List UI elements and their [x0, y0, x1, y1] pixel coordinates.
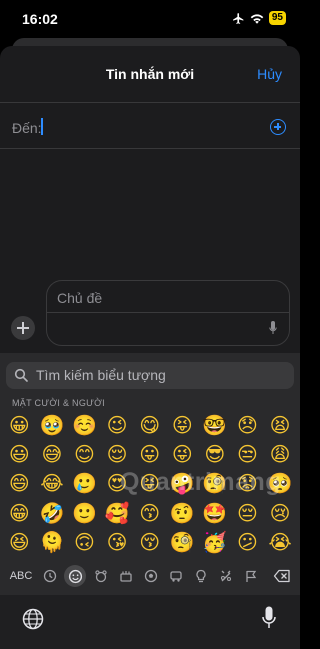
emoji-search-bar[interactable]: Tìm kiếm biểu tượng — [6, 362, 294, 389]
status-bar: 16:02 95 — [0, 0, 300, 38]
emoji-section-label: MẶT CƯỜI & NGƯỜI — [12, 398, 105, 408]
add-attachment-button[interactable] — [11, 316, 35, 340]
keyboard-bottom-row — [0, 595, 300, 649]
emoji-key[interactable]: 😛 — [133, 439, 166, 468]
emoji-key[interactable]: 😝 — [133, 469, 166, 498]
emoji-key[interactable]: 😟 — [231, 469, 264, 498]
emoji-key[interactable]: 🥺 — [264, 469, 297, 498]
microphone-icon[interactable] — [262, 606, 276, 630]
emoji-key[interactable]: 🤣 — [36, 498, 69, 527]
emoji-key[interactable]: 🥳 — [199, 528, 232, 557]
compose-box[interactable]: Chủ đề — [46, 280, 290, 346]
emoji-key[interactable]: 😀 — [3, 410, 36, 439]
animal-icon[interactable] — [93, 566, 109, 586]
emoji-key[interactable]: 😂 — [36, 469, 69, 498]
airplane-icon — [232, 12, 244, 24]
emoji-key[interactable]: 🤓 — [199, 410, 232, 439]
emoji-key[interactable]: 🤨 — [166, 498, 199, 527]
emoji-key[interactable]: 🧐 — [199, 469, 232, 498]
emoji-key[interactable]: 🙃 — [68, 528, 101, 557]
emoji-key[interactable]: 😭 — [264, 528, 297, 557]
travel-icon[interactable] — [168, 566, 184, 586]
globe-icon[interactable] — [22, 608, 44, 630]
emoji-key[interactable]: ☺️ — [68, 410, 101, 439]
emoji-key[interactable]: 😋 — [133, 410, 166, 439]
emoji-key[interactable]: 😫 — [264, 410, 297, 439]
emoji-key[interactable]: 😜 — [166, 439, 199, 468]
emoji-key[interactable]: 🫠 — [36, 528, 69, 557]
battery-icon: 95 — [268, 11, 286, 25]
status-icons: 95 — [232, 11, 286, 25]
emoji-key[interactable]: 🥹 — [36, 410, 69, 439]
emoji-search-input[interactable]: Tìm kiếm biểu tượng — [36, 367, 166, 383]
emoji-key[interactable]: 😩 — [264, 439, 297, 468]
flag-icon[interactable] — [243, 566, 259, 586]
emoji-key[interactable]: 😍 — [101, 469, 134, 498]
emoji-key[interactable]: 😆 — [3, 528, 36, 557]
cancel-button[interactable]: Hủy — [257, 66, 282, 82]
food-icon[interactable] — [118, 566, 134, 586]
emoji-key[interactable]: 😢 — [264, 498, 297, 527]
emoji-key[interactable]: 😁 — [3, 498, 36, 527]
add-contact-icon[interactable] — [270, 119, 286, 135]
dictation-icon[interactable] — [269, 321, 277, 335]
emoji-key[interactable]: 😃 — [3, 439, 36, 468]
symbol-icon[interactable] — [218, 566, 234, 586]
object-icon[interactable] — [193, 566, 209, 586]
emoji-key[interactable]: 😒 — [231, 439, 264, 468]
emoji-keyboard: Tìm kiếm biểu tượng MẶT CƯỜI & NGƯỜI 😀 🥹 ☺… — [0, 353, 300, 649]
emoji-key[interactable]: 😌 — [101, 439, 134, 468]
recipient-divider — [0, 148, 300, 149]
emoji-key[interactable]: 😔 — [231, 498, 264, 527]
sport-icon[interactable] — [143, 566, 159, 586]
emoji-key[interactable]: 😘 — [101, 528, 134, 557]
emoji-key[interactable]: 😕 — [231, 528, 264, 557]
wifi-icon — [250, 13, 264, 24]
subject-field[interactable]: Chủ đề — [57, 290, 102, 306]
emoji-key[interactable]: 😊 — [68, 439, 101, 468]
status-time: 16:02 — [22, 11, 58, 27]
emoji-key[interactable]: 😎 — [199, 439, 232, 468]
emoji-key[interactable]: 🥰 — [101, 498, 134, 527]
emoji-key[interactable]: 🥲 — [68, 469, 101, 498]
search-icon — [14, 368, 28, 382]
emoji-key[interactable]: 🙂 — [68, 498, 101, 527]
emoji-category-bar: ABC — [0, 563, 300, 589]
page-title: Tin nhắn mới — [105, 66, 195, 82]
emoji-grid: 😀 🥹 ☺️ 😉 😋 😝 🤓 😞 😫 😃 😅 😊 😌 😛 😜 😎 😒 😩 😄 😂 🥲 😍 😝 🤪 🧐 😟 🥺 😁 🤣 🙂 🥰 😙 🤨 🤩 😔 😢 😆 🫠 🙃… — [3, 410, 297, 557]
emoji-key[interactable]: 🤩 — [199, 498, 232, 527]
backspace-icon[interactable] — [272, 566, 292, 586]
recipient-input[interactable] — [41, 118, 43, 135]
smiley-icon[interactable] — [64, 565, 86, 587]
emoji-key[interactable]: 😄 — [3, 469, 36, 498]
emoji-key[interactable]: 😉 — [101, 410, 134, 439]
emoji-key[interactable]: 😚 — [133, 528, 166, 557]
emoji-key[interactable]: 😝 — [166, 410, 199, 439]
emoji-key[interactable]: 🤪 — [166, 469, 199, 498]
recent-icon[interactable] — [42, 566, 58, 586]
compose-divider — [47, 312, 289, 313]
emoji-key[interactable]: 😅 — [36, 439, 69, 468]
header-divider — [0, 102, 300, 103]
emoji-key[interactable]: 😞 — [231, 410, 264, 439]
emoji-key[interactable]: 😙 — [133, 498, 166, 527]
abc-button[interactable]: ABC — [10, 566, 33, 586]
emoji-key[interactable]: 🧐 — [166, 528, 199, 557]
recipient-label: Đến: — [12, 120, 42, 136]
